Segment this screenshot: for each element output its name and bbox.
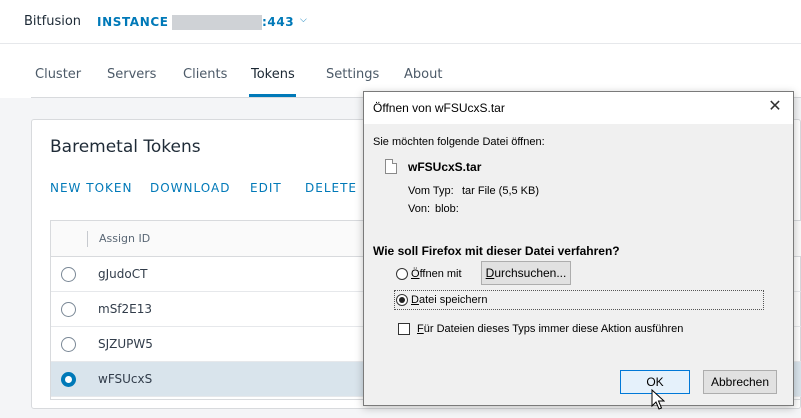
file-icon [385, 159, 397, 174]
instance-address-redacted [172, 15, 262, 30]
row-radio[interactable] [61, 337, 76, 352]
always-do-this-label[interactable]: Für Dateien dieses Typs immer diese Akti… [417, 323, 683, 335]
card-title: Baremetal Tokens [50, 137, 201, 157]
tab-tokens[interactable]: Tokens [251, 67, 295, 82]
tab-settings[interactable]: Settings [326, 67, 379, 82]
assign-id-cell: gJudoCT [98, 267, 148, 281]
file-type-value: tar File (5,5 KB) [462, 185, 540, 197]
top-bar: Bitfusion INSTANCE :443 ⌵ [0, 0, 801, 44]
always-access-key: F [417, 323, 424, 335]
open-with-label-text: ffnen mit [419, 268, 462, 280]
active-tab-indicator [249, 94, 296, 97]
mouse-cursor-icon [651, 389, 665, 410]
file-source-value: blob: [435, 203, 459, 215]
tab-servers[interactable]: Servers [107, 67, 156, 82]
column-header-assign-id[interactable]: Assign ID [99, 232, 150, 245]
dialog-title: Öffnen von wFSUcxS.tar [373, 101, 505, 115]
file-source-label: Von: [408, 203, 431, 215]
always-do-this-checkbox[interactable] [398, 323, 410, 335]
assign-id-cell: wFSUcxS [98, 372, 153, 386]
download-button[interactable]: DOWNLOAD [150, 181, 230, 195]
open-with-label[interactable]: Öffnen mit [411, 268, 462, 280]
row-radio[interactable] [61, 267, 76, 282]
always-label-text: ür Dateien dieses Typs immer diese Aktio… [423, 323, 684, 335]
save-file-label[interactable]: Datei speichern [411, 294, 487, 306]
save-file-radio[interactable] [396, 294, 408, 306]
chevron-down-icon[interactable]: ⌵ [300, 15, 307, 25]
instance-port[interactable]: :443 [262, 15, 294, 29]
dialog-question: Wie soll Firefox mit dieser Datei verfah… [373, 244, 620, 258]
tab-clients[interactable]: Clients [183, 67, 227, 82]
browse-access-key: D [485, 266, 495, 280]
browse-label: urchsuchen... [494, 266, 567, 280]
new-token-button[interactable]: NEW TOKEN [50, 181, 132, 195]
file-name: wFSUcxS.tar [408, 160, 482, 174]
cancel-button[interactable]: Abbrechen [703, 370, 777, 394]
tab-about[interactable]: About [404, 67, 442, 82]
save-file-label-text: atei speichern [418, 294, 488, 306]
assign-id-cell: mSf2E13 [98, 302, 153, 316]
file-type-label: Vom Typ: [408, 185, 454, 197]
delete-button[interactable]: DELETE [305, 181, 357, 195]
save-access-key: D [411, 294, 419, 306]
column-separator [87, 231, 88, 247]
browse-button[interactable]: Durchsuchen... [481, 261, 571, 285]
tab-cluster[interactable]: Cluster [35, 67, 81, 82]
file-open-dialog: Öffnen von wFSUcxS.tar ✕ Sie möchten fol… [363, 91, 794, 406]
dialog-titlebar[interactable]: Öffnen von wFSUcxS.tar ✕ [364, 92, 793, 124]
row-radio-checked[interactable] [61, 372, 76, 387]
instance-selector[interactable]: INSTANCE [97, 15, 169, 29]
edit-button[interactable]: EDIT [250, 181, 282, 195]
open-with-access-key: Ö [411, 268, 420, 280]
open-with-radio[interactable] [396, 268, 408, 280]
brand-name: Bitfusion [24, 14, 82, 29]
assign-id-cell: SJZUPW5 [98, 337, 153, 351]
dialog-intro: Sie möchten folgende Datei öffnen: [373, 136, 545, 148]
close-icon[interactable]: ✕ [764, 96, 786, 118]
row-radio[interactable] [61, 302, 76, 317]
